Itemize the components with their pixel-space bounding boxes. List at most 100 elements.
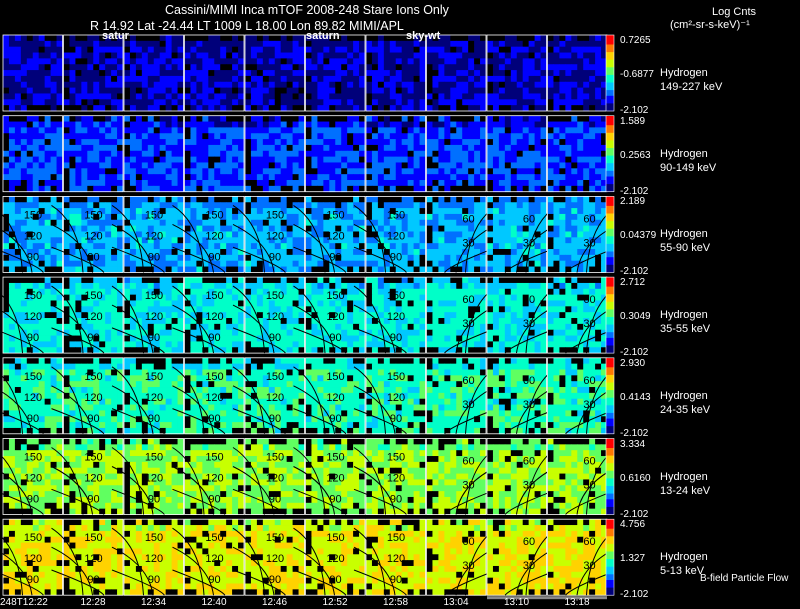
heatmap-cell (262, 156, 270, 163)
heatmap-cell (56, 213, 63, 221)
heatmap-cell (81, 180, 88, 187)
heatmap-cell (153, 144, 161, 152)
heatmap-cell (456, 202, 463, 209)
heatmap-cell (534, 58, 541, 65)
heatmap-cell (305, 347, 312, 354)
heatmap-cell (56, 70, 63, 77)
heatmap-cell (456, 70, 463, 77)
heatmap-cell (559, 156, 566, 163)
heatmap-cell (335, 133, 342, 140)
heatmap-cell (129, 58, 137, 65)
heatmap-cell (419, 93, 426, 100)
heatmap-cell (105, 46, 112, 53)
heatmap-cell (32, 99, 40, 106)
heatmap-cell (177, 202, 184, 209)
heatmap-cell (105, 329, 112, 336)
heatmap-cell (99, 150, 106, 158)
heatmap-cell (226, 266, 233, 273)
heatmap-cell (292, 87, 299, 94)
heatmap-cell (135, 282, 143, 290)
heatmap-cell (444, 93, 451, 100)
heatmap-cell (268, 81, 276, 89)
heatmap-cell (280, 75, 288, 83)
heatmap-cell (438, 208, 445, 215)
heatmap-cell (565, 75, 572, 83)
heatmap-cell (504, 196, 512, 203)
heatmap-cell (14, 300, 22, 307)
heatmap-cell (232, 133, 239, 140)
heatmap-cell (32, 46, 40, 53)
heatmap-cell (124, 52, 131, 59)
heatmap-cell (44, 52, 51, 59)
heatmap-cell (44, 341, 51, 348)
heatmap-cell (56, 174, 63, 181)
heatmap-cell (419, 144, 426, 152)
heatmap-cell (44, 174, 51, 181)
heatmap-cell (56, 121, 63, 128)
heatmap-cell (124, 208, 131, 215)
heatmap-cell (232, 294, 239, 301)
heatmap-cell (456, 162, 463, 169)
heatmap-cell (14, 288, 22, 296)
heatmap-cell (407, 180, 414, 187)
heatmap-cell (377, 81, 385, 89)
heatmap-cell (8, 121, 16, 128)
heatmap-cell (492, 213, 500, 221)
heatmap-cell (232, 168, 239, 175)
heatmap-cell (69, 185, 76, 193)
heatmap-cell (256, 35, 264, 42)
heatmap-cell (286, 35, 293, 42)
heatmap-cell (232, 162, 239, 169)
heatmap-cell (371, 185, 379, 193)
heatmap-cell (413, 254, 420, 262)
heatmap-cell (63, 174, 70, 181)
heatmap-cell (438, 180, 445, 187)
heatmap-cell (426, 144, 433, 152)
heatmap-cell (190, 81, 197, 89)
heatmap-cell (583, 202, 590, 209)
heatmap-cell (444, 208, 451, 215)
heatmap-cell (347, 196, 354, 203)
heatmap-cell (347, 225, 354, 232)
heatmap-cell (395, 35, 403, 42)
heatmap-cell (171, 150, 178, 158)
heatmap-cell (147, 46, 155, 53)
heatmap-cell (165, 81, 172, 89)
heatmap-cell (377, 288, 385, 296)
heatmap-cell (171, 133, 178, 140)
heatmap-cell (317, 347, 324, 354)
heatmap-cell (256, 156, 264, 163)
heatmap-cell (329, 52, 336, 59)
heatmap-cell (111, 46, 118, 53)
heatmap-cell (87, 282, 94, 290)
heatmap-cell (177, 277, 184, 284)
heatmap-cell (93, 323, 100, 331)
heatmap-cell (274, 81, 282, 89)
heatmap-cell (286, 185, 293, 193)
heatmap-cell (38, 139, 46, 146)
heatmap-cell (305, 323, 312, 331)
heatmap-cell (232, 87, 239, 94)
heatmap-cell (184, 260, 191, 267)
heatmap-cell (547, 58, 554, 65)
heatmap-cell (63, 288, 70, 296)
heatmap-cell (335, 87, 342, 94)
heatmap-cell (311, 127, 318, 134)
heatmap-cell (280, 144, 288, 152)
heatmap-cell (311, 213, 318, 221)
heatmap-cell (105, 127, 112, 134)
heatmap-cell (214, 174, 221, 181)
contour-label: 120 (326, 311, 344, 323)
heatmap-cell (480, 180, 487, 187)
heatmap-cell (292, 75, 299, 83)
heatmap-cell (56, 40, 63, 48)
heatmap-cell (366, 260, 373, 267)
heatmap-cell (69, 64, 76, 71)
heatmap-cell (426, 162, 433, 169)
heatmap-cell (245, 260, 252, 267)
heatmap-cell (522, 196, 530, 203)
contour-label: 120 (205, 230, 223, 242)
heatmap-cell (238, 121, 245, 128)
heatmap-cell (124, 254, 131, 262)
heatmap-cell (105, 225, 112, 232)
